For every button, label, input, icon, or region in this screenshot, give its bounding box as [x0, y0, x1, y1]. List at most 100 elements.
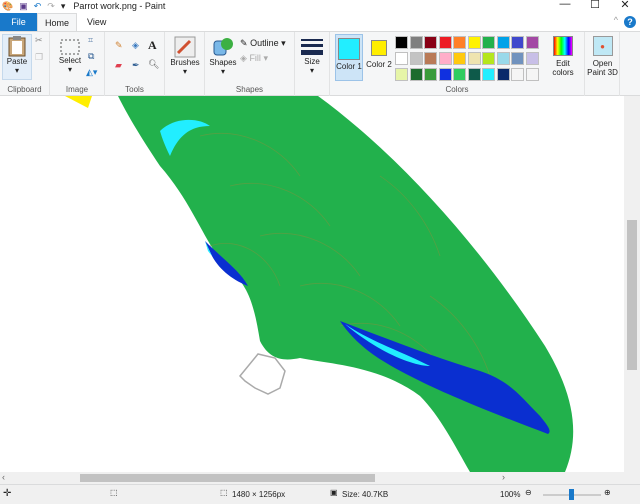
shapes-button[interactable]: Shapes ▾	[208, 36, 238, 76]
palette-swatch[interactable]	[438, 36, 452, 49]
palette-swatch[interactable]	[409, 52, 423, 65]
shapes-label: Shapes	[209, 58, 237, 67]
color-picker-icon[interactable]: ✒	[132, 60, 140, 71]
brushes-button[interactable]: Brushes ▾	[168, 36, 202, 76]
crop-icon[interactable]: ⌗	[88, 35, 93, 46]
palette-swatch[interactable]	[453, 68, 466, 81]
palette-swatch[interactable]	[496, 36, 510, 49]
palette-swatch[interactable]	[453, 52, 466, 65]
rotate-icon[interactable]: ◭▾	[86, 67, 97, 78]
size-button[interactable]: Size ▾	[299, 37, 325, 75]
tab-file[interactable]: File	[0, 13, 37, 31]
paint3d-group: ● Open Paint 3D	[585, 32, 620, 96]
maximize-button[interactable]: ☐	[580, 0, 610, 11]
palette-swatch[interactable]	[525, 68, 539, 81]
shapes-group-label: Shapes	[235, 85, 264, 94]
copy-icon[interactable]: ❐	[35, 52, 43, 63]
collapse-ribbon-icon[interactable]: ^	[614, 15, 618, 25]
beak-fragment	[65, 96, 92, 108]
horizontal-scroll-thumb[interactable]	[80, 474, 375, 482]
brushes-label: Brushes	[170, 58, 200, 67]
palette-swatch[interactable]	[395, 52, 408, 65]
palette-swatch[interactable]	[409, 68, 423, 81]
color1-button[interactable]: Color 1	[335, 34, 363, 81]
palette-swatch[interactable]	[511, 68, 524, 81]
vertical-scroll-thumb[interactable]	[627, 220, 637, 370]
help-icon[interactable]: ?	[624, 16, 636, 28]
tab-home[interactable]: Home	[37, 13, 77, 31]
colors-group: Color 1 Color 2 Edit colors Colors	[330, 32, 585, 96]
text-tool-icon[interactable]: A	[148, 38, 157, 53]
palette-swatch[interactable]	[525, 36, 539, 49]
palette-swatch[interactable]	[482, 52, 495, 65]
file-size-icon: ▣	[330, 488, 338, 497]
vertical-scrollbar[interactable]	[624, 96, 640, 472]
cut-icon[interactable]: ✂	[35, 35, 43, 46]
palette-swatch[interactable]	[482, 68, 495, 81]
color2-button[interactable]: Color 2	[366, 34, 392, 69]
scroll-right-arrow[interactable]: ›	[502, 472, 505, 482]
palette-swatch[interactable]	[395, 68, 408, 81]
size-label: Size	[304, 57, 320, 66]
palette-swatch[interactable]	[511, 52, 524, 65]
scroll-left-arrow[interactable]: ‹	[2, 472, 5, 482]
pencil-icon[interactable]: ✎	[115, 40, 123, 51]
window-title: Parrot work.png - Paint	[73, 1, 166, 11]
palette-swatch[interactable]	[424, 52, 437, 65]
palette-swatch[interactable]	[424, 36, 437, 49]
palette-swatch[interactable]	[467, 52, 481, 65]
palette-swatch[interactable]	[409, 36, 423, 49]
zoom-in-button[interactable]: ⊕	[604, 488, 611, 497]
colors-label: Colors	[445, 85, 469, 94]
minimize-button[interactable]: —	[550, 0, 580, 11]
zoom-out-button[interactable]: ⊖	[525, 488, 532, 497]
shapes-group: Shapes ▾ ✎ Outline ▾ ◈ Fill ▾ Shapes	[205, 32, 295, 96]
shapes-icon	[213, 38, 233, 56]
paste-button[interactable]: Paste ▾	[2, 34, 32, 80]
select-button[interactable]: Select ▾	[55, 38, 85, 74]
palette-swatch[interactable]	[424, 68, 437, 81]
palette-swatch[interactable]	[496, 68, 510, 81]
parrot-drawing	[65, 96, 574, 472]
customize-quick-access-icon[interactable]: ▾	[61, 1, 66, 12]
resize-icon[interactable]: ⧉	[88, 51, 94, 62]
palette-swatch[interactable]	[511, 36, 524, 49]
fill-bucket-icon[interactable]: ◈	[132, 40, 139, 51]
palette-swatch[interactable]	[525, 52, 539, 65]
palette-swatch[interactable]	[467, 36, 481, 49]
magnifier-icon[interactable]: 🔍︎	[148, 59, 159, 70]
palette-swatch[interactable]	[438, 68, 452, 81]
edit-colors-button[interactable]: Edit colors	[548, 36, 578, 77]
clipboard-label: Clipboard	[7, 85, 42, 94]
palette-swatch[interactable]	[438, 52, 452, 65]
redo-icon[interactable]: ↷	[47, 1, 55, 12]
palette-swatch[interactable]	[395, 36, 408, 49]
palette-swatch[interactable]	[496, 52, 510, 65]
tools-group: ✎ ◈ A ▰ ✒ 🔍︎ Tools	[105, 32, 165, 96]
fill-dropdown[interactable]: ◈ Fill ▾	[240, 53, 268, 64]
outline-dropdown[interactable]: ✎ Outline ▾	[240, 38, 286, 49]
palette-swatch[interactable]	[453, 36, 466, 49]
paint3d-label: Open Paint 3D	[587, 59, 618, 77]
zoom-slider-thumb[interactable]	[569, 489, 574, 500]
edit-colors-label: Edit colors	[552, 59, 574, 77]
tab-view[interactable]: View	[77, 13, 116, 31]
eraser-icon[interactable]: ▰	[115, 60, 122, 71]
ribbon: Paste ▾ ✂ ❐ Clipboard Select ▾ ⌗ ⧉ ◭▾ Imag…	[0, 31, 640, 96]
undo-icon[interactable]: ↶	[34, 1, 42, 12]
drawing-canvas[interactable]	[0, 96, 624, 472]
cursor-position-icon: ✛	[3, 488, 12, 499]
close-button[interactable]: ✕	[610, 0, 640, 11]
palette-swatch[interactable]	[482, 36, 495, 49]
file-size: Size: 40.7KB	[342, 490, 389, 499]
brush-icon	[174, 36, 196, 58]
palette-swatch[interactable]	[467, 68, 481, 81]
clipboard-group: Paste ▾ ✂ ❐ Clipboard	[0, 32, 50, 96]
save-icon[interactable]: ▣	[19, 1, 28, 12]
color2-label: Color 2	[366, 60, 392, 69]
select-icon	[60, 39, 80, 55]
horizontal-scrollbar[interactable]: ‹ ›	[0, 472, 640, 484]
image-group: Select ▾ ⌗ ⧉ ◭▾ Image	[50, 32, 105, 96]
open-paint3d-button[interactable]: ● Open Paint 3D	[586, 36, 619, 77]
ribbon-tabs: File Home View ^ ?	[0, 13, 640, 31]
